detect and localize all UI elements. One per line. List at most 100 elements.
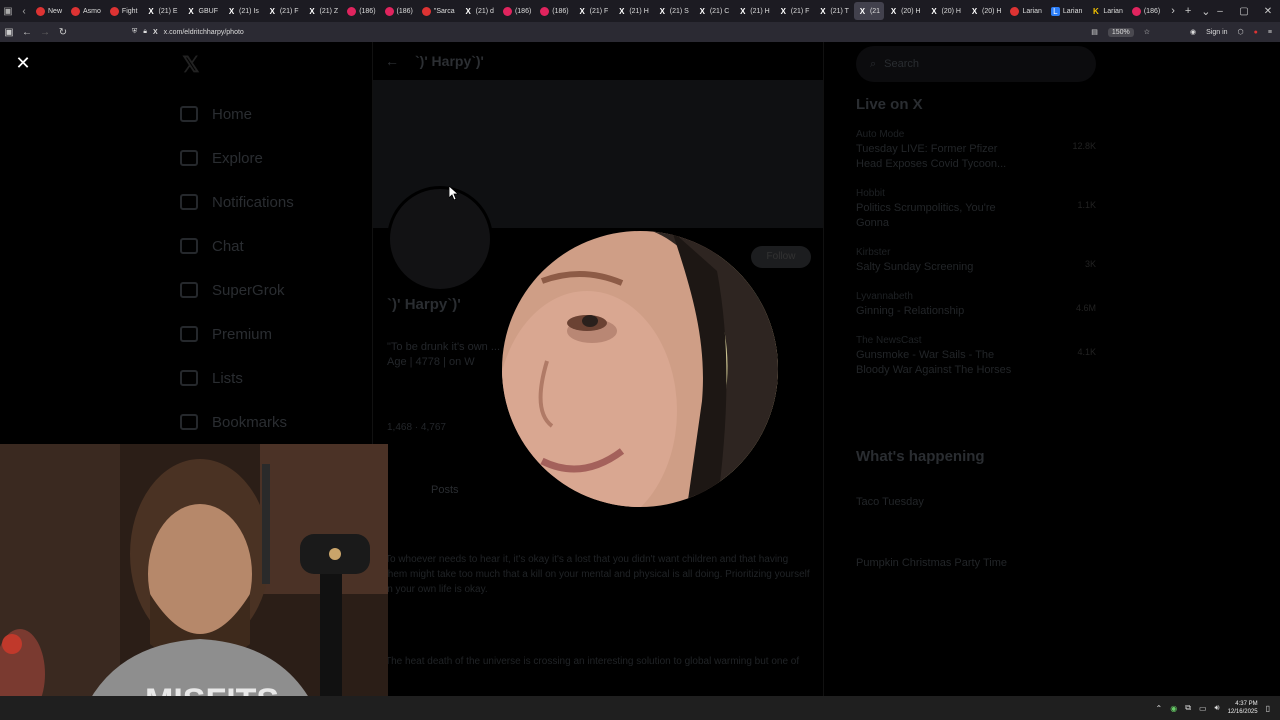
youtube-favicon-icon (1131, 6, 1141, 16)
site-favicon-icon (36, 6, 45, 16)
x-favicon-icon: X (148, 6, 154, 16)
x-favicon-icon: X (309, 6, 315, 16)
browser-tab[interactable]: X (21) E (142, 2, 181, 20)
browser-tab[interactable]: X (21) H (734, 2, 773, 20)
browser-tab[interactable]: X (21) F (775, 2, 814, 20)
tab-list-icon[interactable]: ▣ (0, 6, 16, 17)
windows-taskbar: ⌃ ◉ ⧉ ▭ 🔊︎ 4:37 PM 12/16/2025 ▯ (0, 696, 1280, 720)
browser-tab[interactable]: "Sarca (418, 2, 459, 20)
browser-tab[interactable]: (186) (536, 2, 572, 20)
browser-tab[interactable]: (186) (381, 2, 417, 20)
browser-tab[interactable]: (186) (1128, 2, 1164, 20)
browser-tab[interactable]: X (20) H (885, 2, 924, 20)
extensions-icon[interactable]: ⬡ (1238, 28, 1244, 36)
tabs-scroll-right-icon[interactable]: › (1171, 5, 1175, 17)
lock-icon[interactable]: 🔒︎ (143, 28, 147, 36)
browser-tab[interactable]: X (21) F (574, 2, 613, 20)
browser-tab[interactable]: X (21) F (264, 2, 303, 20)
youtube-favicon-icon (347, 6, 357, 16)
maximize-icon[interactable]: ▢ (1232, 6, 1256, 17)
x-favicon-icon: X (228, 6, 235, 16)
tray-overflow-icon[interactable]: ⌃ (1156, 704, 1163, 713)
notifications-icon[interactable]: ▯ (1266, 704, 1270, 713)
site-favicon-icon (421, 6, 431, 16)
close-icon[interactable]: ✕ (12, 52, 34, 74)
url-text[interactable]: x.com/eldritchharpy/photo (164, 29, 244, 36)
browser-tab[interactable]: X (21) S (654, 2, 693, 20)
tab-label: (21) H (629, 7, 649, 15)
tab-label: Larian (1062, 7, 1083, 15)
bookmark-star-icon[interactable]: ☆ (1144, 28, 1150, 36)
tabs-scroll-left-icon[interactable]: ‹ (16, 6, 32, 17)
browser-tab[interactable]: (186) (343, 2, 379, 20)
window-close-icon[interactable]: ✕ (1256, 6, 1280, 17)
x-favicon-icon: X (971, 6, 978, 16)
site-favicon-icon: L (1050, 6, 1060, 16)
volume-icon[interactable]: 🔊︎ (1215, 703, 1220, 713)
reader-view-icon[interactable]: ▤ (1091, 28, 1098, 36)
youtube-favicon-icon (540, 6, 550, 16)
tab-label: (186) (396, 7, 413, 15)
browser-tab[interactable]: L Larian (1047, 2, 1086, 20)
zoom-level[interactable]: 150% (1107, 27, 1134, 37)
x-favicon-icon: X (740, 6, 746, 16)
webcam-overlay: MISFITS (0, 444, 388, 720)
new-tab-icon[interactable]: + (1185, 5, 1191, 17)
browser-tab[interactable]: Larian (1006, 2, 1045, 20)
browser-tab[interactable]: X (21) C (694, 2, 733, 20)
x-favicon-icon: X (619, 6, 625, 16)
browser-tab[interactable]: X (21) T (814, 2, 853, 20)
browser-tab[interactable]: X (21) H (613, 2, 652, 20)
reload-icon[interactable]: ↻ (54, 27, 72, 38)
clock[interactable]: 4:37 PM 12/16/2025 (1228, 700, 1258, 716)
browser-tab[interactable]: X (21) Is (223, 2, 263, 20)
tab-label: (21) S (669, 7, 689, 15)
tray-app-icon[interactable]: ⧉ (1185, 703, 1191, 713)
browser-tab[interactable]: Fight (106, 2, 142, 20)
x-favicon-icon: X (859, 6, 866, 16)
tab-label: (21) E (158, 7, 178, 15)
tab-label: (186) (514, 7, 532, 15)
tab-label: (21) Is (239, 7, 259, 15)
account-icon[interactable]: ◉ (1190, 28, 1196, 36)
sidebar-toggle-icon[interactable]: ▣ (0, 27, 18, 38)
address-bar[interactable]: ⛨ 🔒︎ X x.com/eldritchharpy/photo (132, 28, 244, 36)
tab-label: (21) F (279, 7, 299, 15)
tray-app-icon[interactable]: ◉ (1170, 704, 1177, 713)
tab-label: (21) H (750, 7, 770, 15)
browser-tab[interactable]: Asmo (67, 2, 105, 20)
site-favicon-icon (1010, 6, 1020, 16)
tab-label: (186) (359, 7, 376, 15)
site-icon: X (152, 28, 158, 36)
browser-tab[interactable]: X GBUF (183, 2, 222, 20)
site-favicon-icon (109, 6, 119, 16)
minimize-icon[interactable]: – (1208, 6, 1232, 17)
extension-red-icon[interactable]: ● (1254, 29, 1258, 36)
browser-tab[interactable]: X (20) H (966, 2, 1005, 20)
browser-tab[interactable]: X (20) H (926, 2, 965, 20)
network-icon[interactable]: ▭ (1199, 704, 1207, 713)
x-favicon-icon: X (890, 6, 897, 16)
tab-label: (186) (552, 7, 569, 15)
forward-icon[interactable]: → (36, 27, 54, 38)
browser-tab[interactable]: X (21 (853, 2, 885, 20)
browser-tab[interactable]: K Larian (1087, 2, 1126, 20)
tab-label: (21) C (709, 7, 730, 15)
tab-label: (21 (869, 7, 881, 15)
browser-tab[interactable]: New (32, 2, 66, 20)
tab-label: GBUF (198, 7, 218, 15)
x-favicon-icon: X (820, 6, 826, 16)
browser-tab[interactable]: (186) (499, 2, 535, 20)
back-icon[interactable]: ← (18, 27, 36, 38)
youtube-favicon-icon (502, 6, 512, 16)
webcam-feed: MISFITS (0, 444, 388, 720)
sign-in-label[interactable]: Sign in (1206, 29, 1227, 36)
browser-tab[interactable]: X (21) Z (304, 2, 343, 20)
menu-icon[interactable]: ≡ (1268, 29, 1272, 36)
shield-icon[interactable]: ⛨ (132, 28, 137, 36)
x-favicon-icon: X (465, 6, 471, 16)
x-favicon-icon: X (269, 6, 276, 16)
browser-tab[interactable]: X (21) d (460, 2, 498, 20)
profile-photo-enlarged (502, 231, 778, 507)
tab-label: Larian (1103, 7, 1123, 15)
